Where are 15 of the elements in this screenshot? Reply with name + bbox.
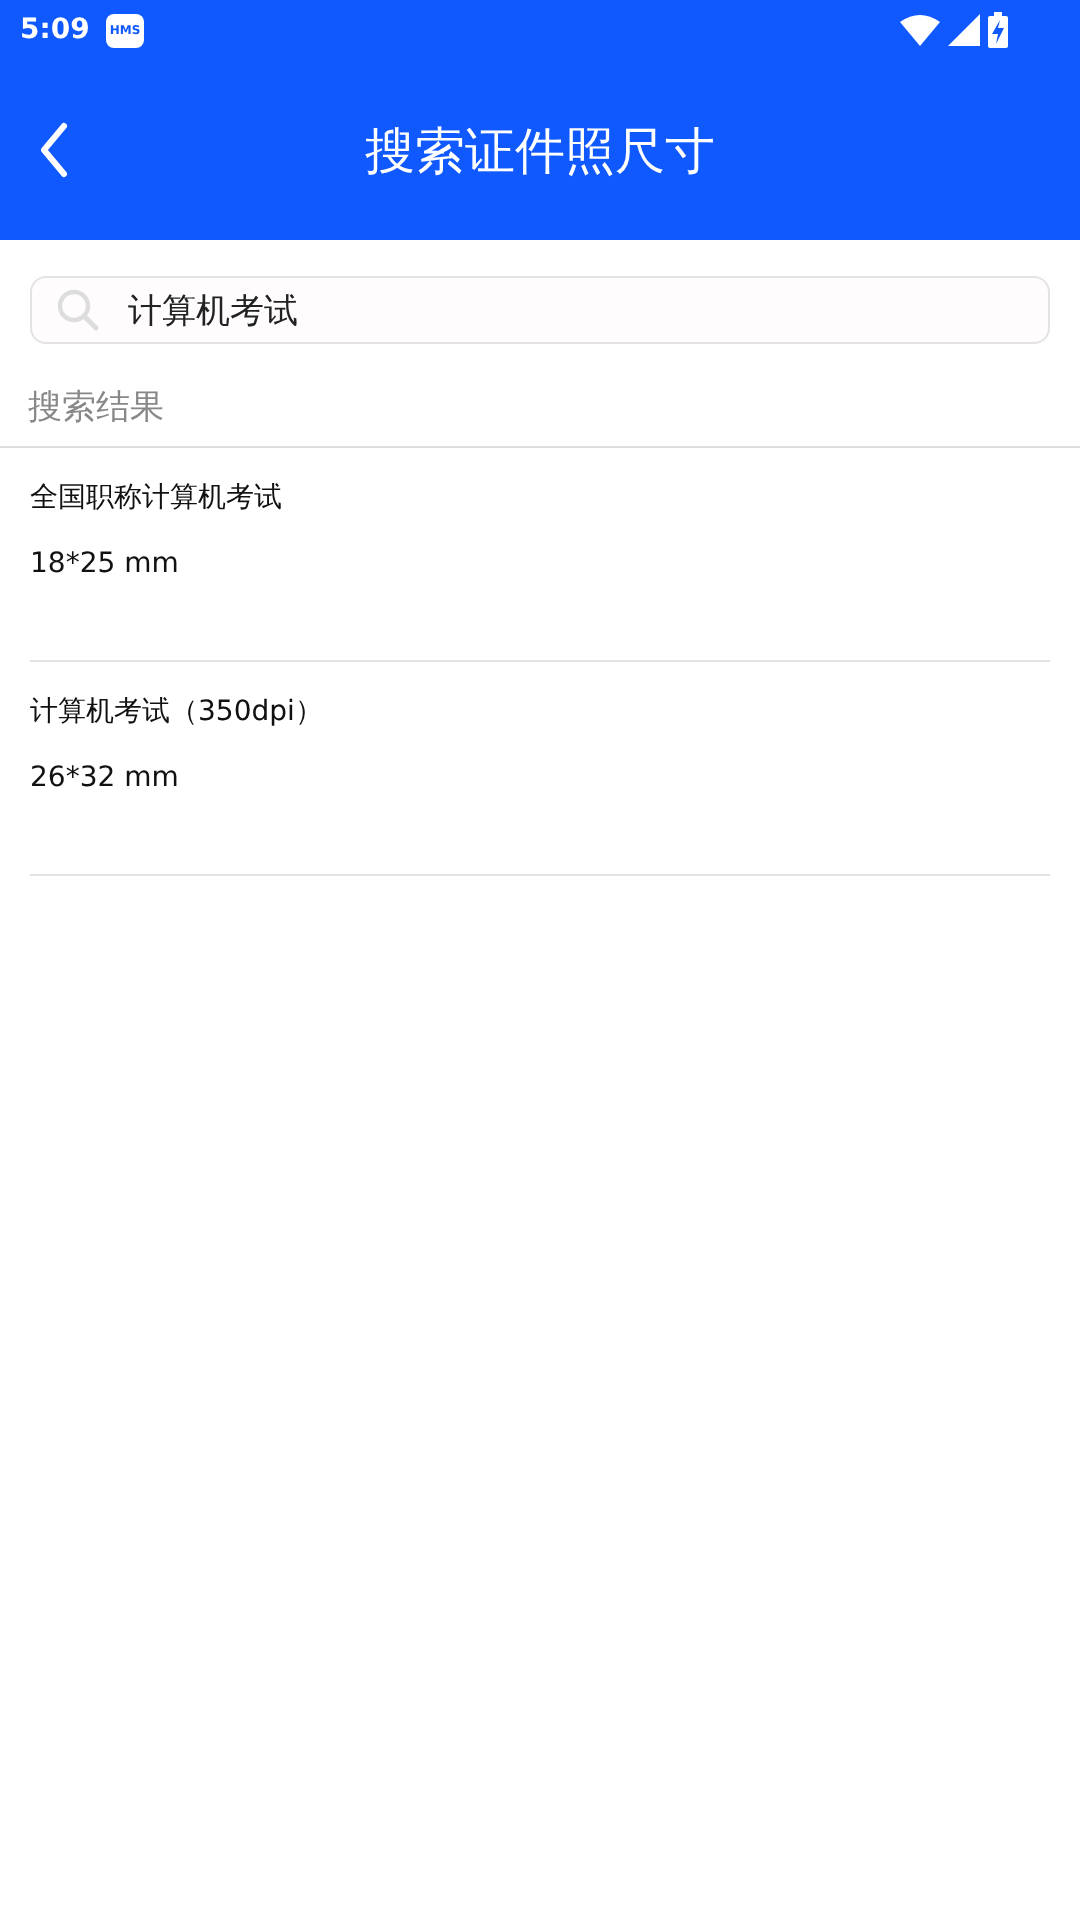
result-name: 全国职称计算机考试 — [30, 480, 284, 516]
wifi-icon — [900, 14, 940, 46]
section-label: 搜索结果 — [28, 386, 166, 432]
search-icon — [56, 288, 100, 332]
battery-icon — [988, 12, 1008, 48]
signal-icon — [948, 14, 980, 46]
page-title: 搜索证件照尺寸 — [365, 119, 715, 183]
status-time: 5:09 — [20, 14, 90, 46]
search-field[interactable]: 计算机考试 — [30, 276, 1050, 344]
result-item[interactable]: 计算机考试（350dpi） 26*32 mm — [30, 662, 1050, 876]
back-icon[interactable] — [38, 122, 70, 178]
result-name: 计算机考试（350dpi） — [30, 694, 325, 730]
result-item[interactable]: 全国职称计算机考试 18*25 mm — [30, 448, 1050, 662]
result-size: 18*25 mm — [30, 548, 181, 580]
result-size: 26*32 mm — [30, 762, 181, 794]
